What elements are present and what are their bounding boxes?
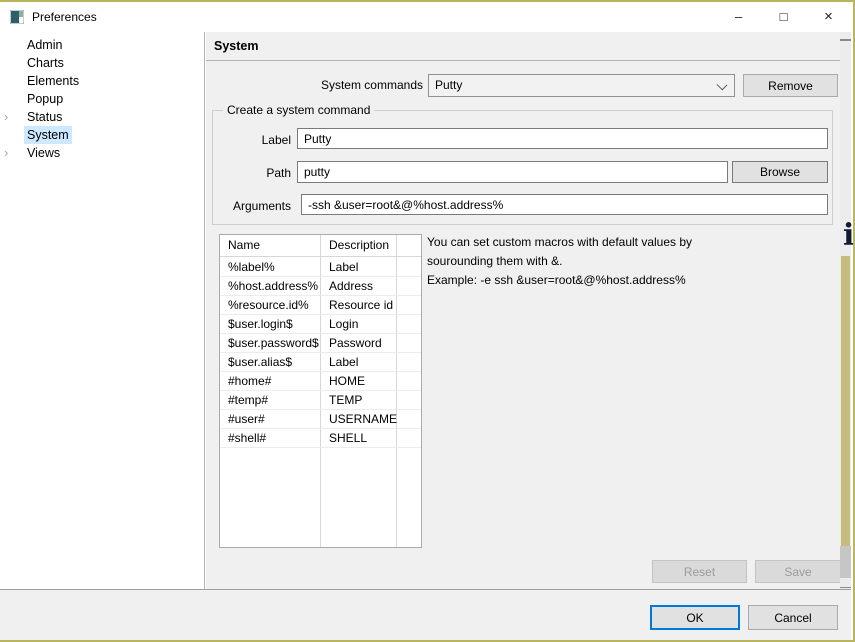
sidebar-item-label: Elements bbox=[24, 72, 82, 90]
sidebar-item-admin[interactable]: Admin bbox=[0, 36, 204, 54]
reset-button[interactable]: Reset bbox=[652, 560, 747, 583]
artifact-line bbox=[840, 39, 851, 41]
help-line: sourounding them with &. bbox=[427, 252, 777, 271]
label-field-label: Label bbox=[213, 133, 291, 147]
main-panel: System System commands Putty Remove Crea… bbox=[206, 32, 840, 589]
table-row[interactable]: %host.address% Address bbox=[220, 277, 421, 296]
header-divider bbox=[206, 60, 840, 61]
table-row[interactable]: #temp# TEMP bbox=[220, 391, 421, 410]
macro-description-cell: TEMP bbox=[329, 393, 362, 407]
macro-description-cell: Login bbox=[329, 317, 358, 331]
sidebar-item-system[interactable]: System bbox=[0, 126, 204, 144]
table-row[interactable]: %resource.id% Resource id bbox=[220, 296, 421, 315]
footer-bar: OK Cancel bbox=[0, 589, 851, 642]
macro-description-cell: SHELL bbox=[329, 431, 367, 445]
macro-name-cell: #shell# bbox=[228, 431, 266, 445]
window-title: Preferences bbox=[32, 10, 97, 24]
sidebar-item-label: Admin bbox=[24, 36, 65, 54]
table-row[interactable]: $user.login$ Login bbox=[220, 315, 421, 334]
macro-description-cell: HOME bbox=[329, 374, 365, 388]
sidebar-item-label: System bbox=[24, 126, 72, 144]
table-header: Name Description bbox=[220, 235, 421, 257]
macro-description-cell: Address bbox=[329, 279, 373, 293]
sidebar-item-status[interactable]: › Status bbox=[0, 108, 204, 126]
create-command-group: Create a system command Label Path Brows… bbox=[212, 110, 833, 225]
macro-description-cell: Password bbox=[329, 336, 382, 350]
help-line: Example: -e ssh &user=root&@%host.addres… bbox=[427, 271, 777, 290]
macro-description-cell: Label bbox=[329, 260, 358, 274]
help-line: You can set custom macros with default v… bbox=[427, 233, 777, 252]
table-row[interactable]: %label% Label bbox=[220, 258, 421, 277]
minimize-button[interactable]: – bbox=[716, 2, 761, 32]
right-edge-artifact: i bbox=[840, 32, 851, 642]
table-row[interactable]: #home# HOME bbox=[220, 372, 421, 391]
chevron-right-icon[interactable]: › bbox=[4, 108, 18, 126]
app-icon bbox=[10, 10, 24, 24]
sidebar-item-label: Popup bbox=[24, 90, 66, 108]
chevron-right-icon[interactable]: › bbox=[4, 144, 18, 162]
header-cell-name[interactable]: Name bbox=[228, 238, 260, 252]
sidebar: AdminChartsElementsPopup › StatusSystem › Vi… bbox=[0, 32, 205, 589]
system-commands-label: System commands bbox=[206, 78, 423, 92]
close-button[interactable]: × bbox=[806, 2, 851, 32]
sidebar-item-views[interactable]: › Views bbox=[0, 144, 204, 162]
arguments-field-label: Arguments bbox=[213, 199, 291, 213]
macro-name-cell: #user# bbox=[228, 412, 265, 426]
artifact-box bbox=[840, 546, 851, 578]
save-button[interactable]: Save bbox=[755, 560, 841, 583]
preferences-window: Preferences – □ × AdminChartsElementsPop… bbox=[0, 0, 855, 642]
chevron-down-icon bbox=[717, 80, 728, 91]
macro-description-cell: Resource id bbox=[329, 298, 393, 312]
macro-name-cell: %host.address% bbox=[228, 279, 318, 293]
system-commands-select[interactable]: Putty bbox=[428, 74, 735, 97]
macro-name-cell: $user.alias$ bbox=[228, 355, 292, 369]
artifact-strip bbox=[841, 256, 850, 552]
table-row[interactable]: #user# USERNAME bbox=[220, 410, 421, 429]
macro-name-cell: #home# bbox=[228, 374, 271, 388]
macro-help-text: You can set custom macros with default v… bbox=[427, 233, 777, 290]
sidebar-item-charts[interactable]: Charts bbox=[0, 54, 204, 72]
artifact-line bbox=[840, 587, 851, 588]
arguments-field[interactable] bbox=[301, 194, 828, 215]
ok-button[interactable]: OK bbox=[650, 605, 740, 630]
table-row[interactable]: #shell# SHELL bbox=[220, 429, 421, 448]
table-row[interactable]: $user.alias$ Label bbox=[220, 353, 421, 372]
browse-button[interactable]: Browse bbox=[732, 161, 828, 183]
sidebar-item-label: Charts bbox=[24, 54, 67, 72]
cancel-button[interactable]: Cancel bbox=[748, 605, 838, 630]
remove-button[interactable]: Remove bbox=[743, 74, 838, 97]
group-legend: Create a system command bbox=[223, 103, 374, 117]
titlebar: Preferences – □ × bbox=[0, 2, 851, 32]
path-field-label: Path bbox=[213, 166, 291, 180]
sidebar-item-elements[interactable]: Elements bbox=[0, 72, 204, 90]
macro-name-cell: $user.login$ bbox=[228, 317, 293, 331]
macro-name-cell: $user.password$ bbox=[228, 336, 319, 350]
macro-name-cell: #temp# bbox=[228, 393, 268, 407]
macro-name-cell: %resource.id% bbox=[228, 298, 309, 312]
header-cell-description[interactable]: Description bbox=[329, 238, 389, 252]
sidebar-item-label: Views bbox=[24, 144, 63, 162]
label-field[interactable] bbox=[297, 128, 828, 149]
table-row[interactable]: $user.password$ Password bbox=[220, 334, 421, 353]
page-title: System bbox=[214, 39, 258, 53]
sidebar-item-popup[interactable]: Popup bbox=[0, 90, 204, 108]
maximize-button[interactable]: □ bbox=[761, 2, 806, 32]
macro-description-cell: Label bbox=[329, 355, 358, 369]
sidebar-item-label: Status bbox=[24, 108, 65, 126]
macro-table: Name Description %label% Label %host.addre… bbox=[219, 234, 422, 548]
macro-name-cell: %label% bbox=[228, 260, 275, 274]
system-commands-value: Putty bbox=[435, 78, 462, 92]
macro-description-cell: USERNAME bbox=[329, 412, 397, 426]
path-field[interactable] bbox=[297, 161, 728, 183]
